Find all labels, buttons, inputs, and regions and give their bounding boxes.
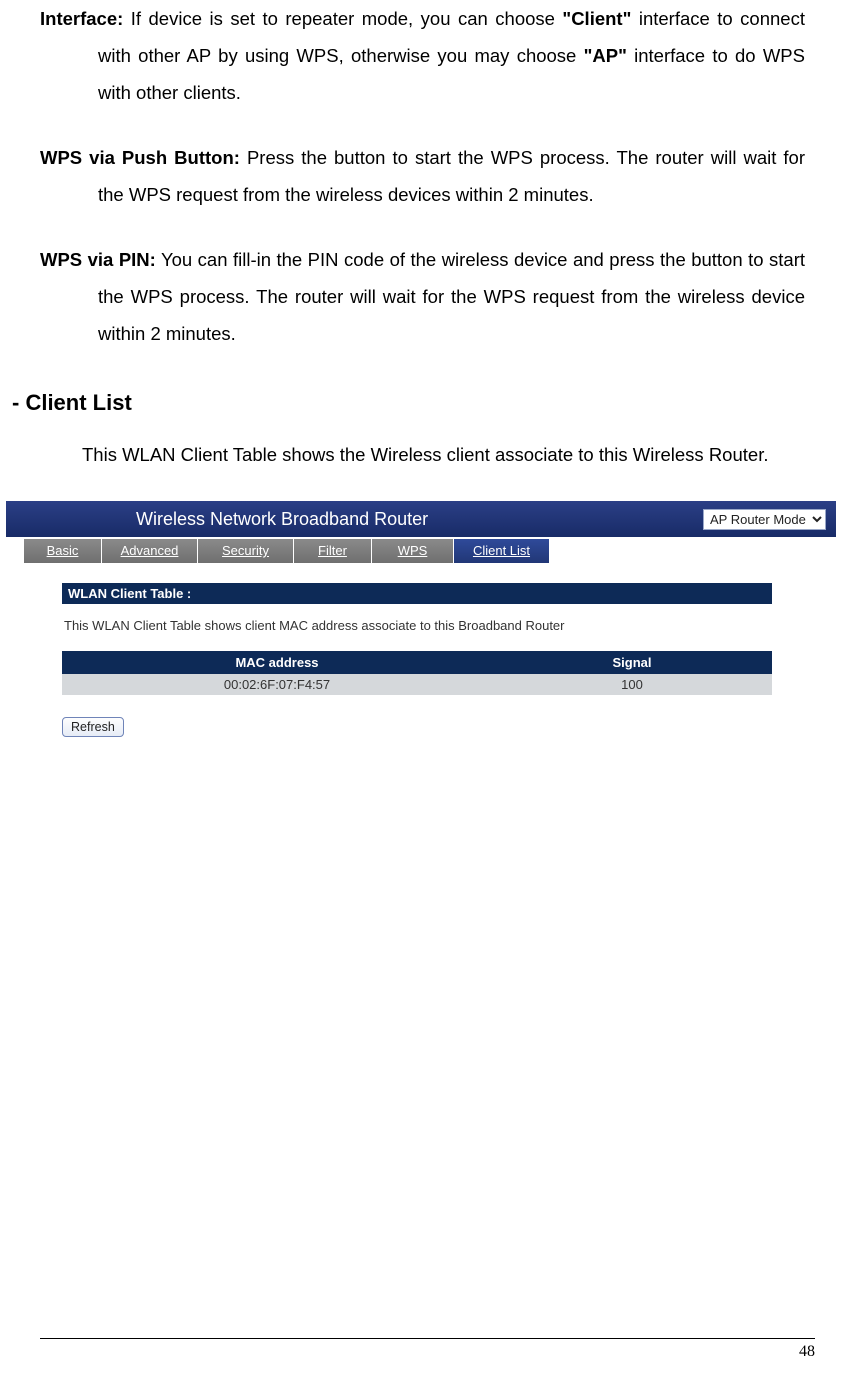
- th-mac: MAC address: [62, 651, 492, 674]
- router-title: Wireless Network Broadband Router: [136, 509, 428, 530]
- tab-wps[interactable]: WPS: [372, 539, 454, 563]
- th-signal: Signal: [492, 651, 772, 674]
- section-desc: This WLAN Client Table shows client MAC …: [64, 618, 774, 633]
- client-list-intro: This WLAN Client Table shows the Wireles…: [40, 436, 805, 473]
- def-interface-ap: "AP": [584, 45, 627, 66]
- tab-basic[interactable]: Basic: [24, 539, 102, 563]
- def-push-label: WPS via Push Button:: [40, 147, 240, 168]
- cell-mac: 00:02:6F:07:F4:57: [62, 674, 492, 695]
- tab-client-list[interactable]: Client List: [454, 539, 550, 563]
- page-number: 48: [40, 1343, 815, 1361]
- def-pin-label: WPS via PIN:: [40, 249, 156, 270]
- def-interface-label: Interface:: [40, 8, 123, 29]
- tab-filter[interactable]: Filter: [294, 539, 372, 563]
- client-list-heading: - Client List: [12, 390, 805, 416]
- section-title: WLAN Client Table :: [62, 583, 772, 604]
- mode-select[interactable]: AP Router Mode: [703, 509, 826, 530]
- refresh-button[interactable]: Refresh: [62, 717, 124, 737]
- def-interface-client: "Client": [562, 8, 631, 29]
- table-row: 00:02:6F:07:F4:57 100: [62, 674, 772, 695]
- router-header: Wireless Network Broadband Router AP Rou…: [6, 501, 836, 537]
- tabbar: Basic Advanced Security Filter WPS Clien…: [6, 539, 836, 563]
- router-screenshot: Wireless Network Broadband Router AP Rou…: [6, 501, 836, 737]
- def-pin-text: You can fill-in the PIN code of the wire…: [98, 249, 805, 344]
- client-table: MAC address Signal 00:02:6F:07:F4:57 100: [62, 651, 772, 695]
- tab-security[interactable]: Security: [198, 539, 294, 563]
- tab-advanced[interactable]: Advanced: [102, 539, 198, 563]
- footer-rule: [40, 1338, 815, 1339]
- cell-signal: 100: [492, 674, 772, 695]
- def-interface-text-a: If device is set to repeater mode, you c…: [123, 8, 562, 29]
